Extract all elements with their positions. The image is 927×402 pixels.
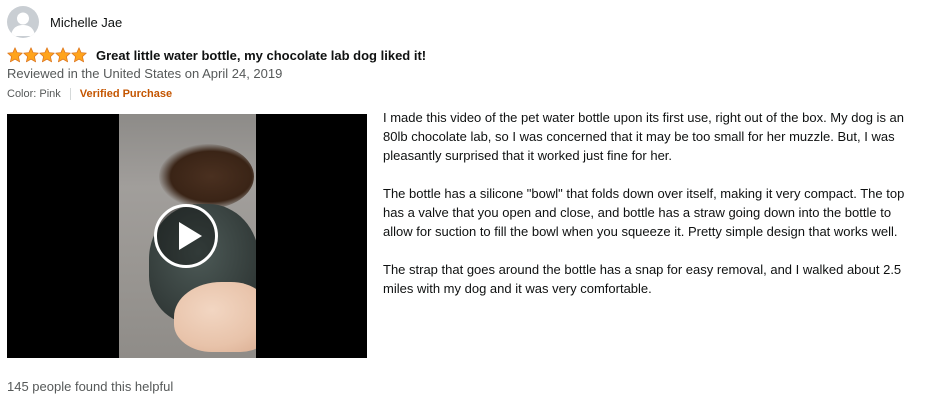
star-icon <box>7 47 23 63</box>
customer-review: Michelle Jae Great little water bottle, … <box>0 0 927 402</box>
star-icon <box>55 47 71 63</box>
play-icon <box>179 222 202 250</box>
star-icon <box>39 47 55 63</box>
avatar[interactable] <box>7 6 39 38</box>
review-date: Reviewed in the United States on April 2… <box>7 66 283 81</box>
divider <box>69 87 71 100</box>
reviewer-name[interactable]: Michelle Jae <box>50 15 122 30</box>
review-title-row: Great little water bottle, my chocolate … <box>7 46 426 64</box>
star-icon <box>23 47 39 63</box>
color-variant-link[interactable]: Color: Pink <box>7 88 61 100</box>
reviewer-profile[interactable]: Michelle Jae <box>7 6 122 38</box>
review-title[interactable]: Great little water bottle, my chocolate … <box>96 48 426 63</box>
review-body: I made this video of the pet water bottl… <box>383 108 919 317</box>
review-video-player[interactable] <box>7 114 367 358</box>
person-silhouette-icon <box>11 12 35 36</box>
star-rating[interactable] <box>7 47 87 63</box>
verified-purchase-badge: Verified Purchase <box>79 87 173 100</box>
play-button[interactable] <box>154 204 218 268</box>
star-icon <box>71 47 87 63</box>
review-paragraph: The strap that goes around the bottle ha… <box>383 262 902 296</box>
review-meta: Color: Pink Verified Purchase <box>7 86 172 101</box>
helpful-count: 145 people found this helpful <box>7 379 174 394</box>
review-paragraph: I made this video of the pet water bottl… <box>383 110 905 163</box>
review-paragraph: The bottle has a silicone "bowl" that fo… <box>383 186 905 239</box>
